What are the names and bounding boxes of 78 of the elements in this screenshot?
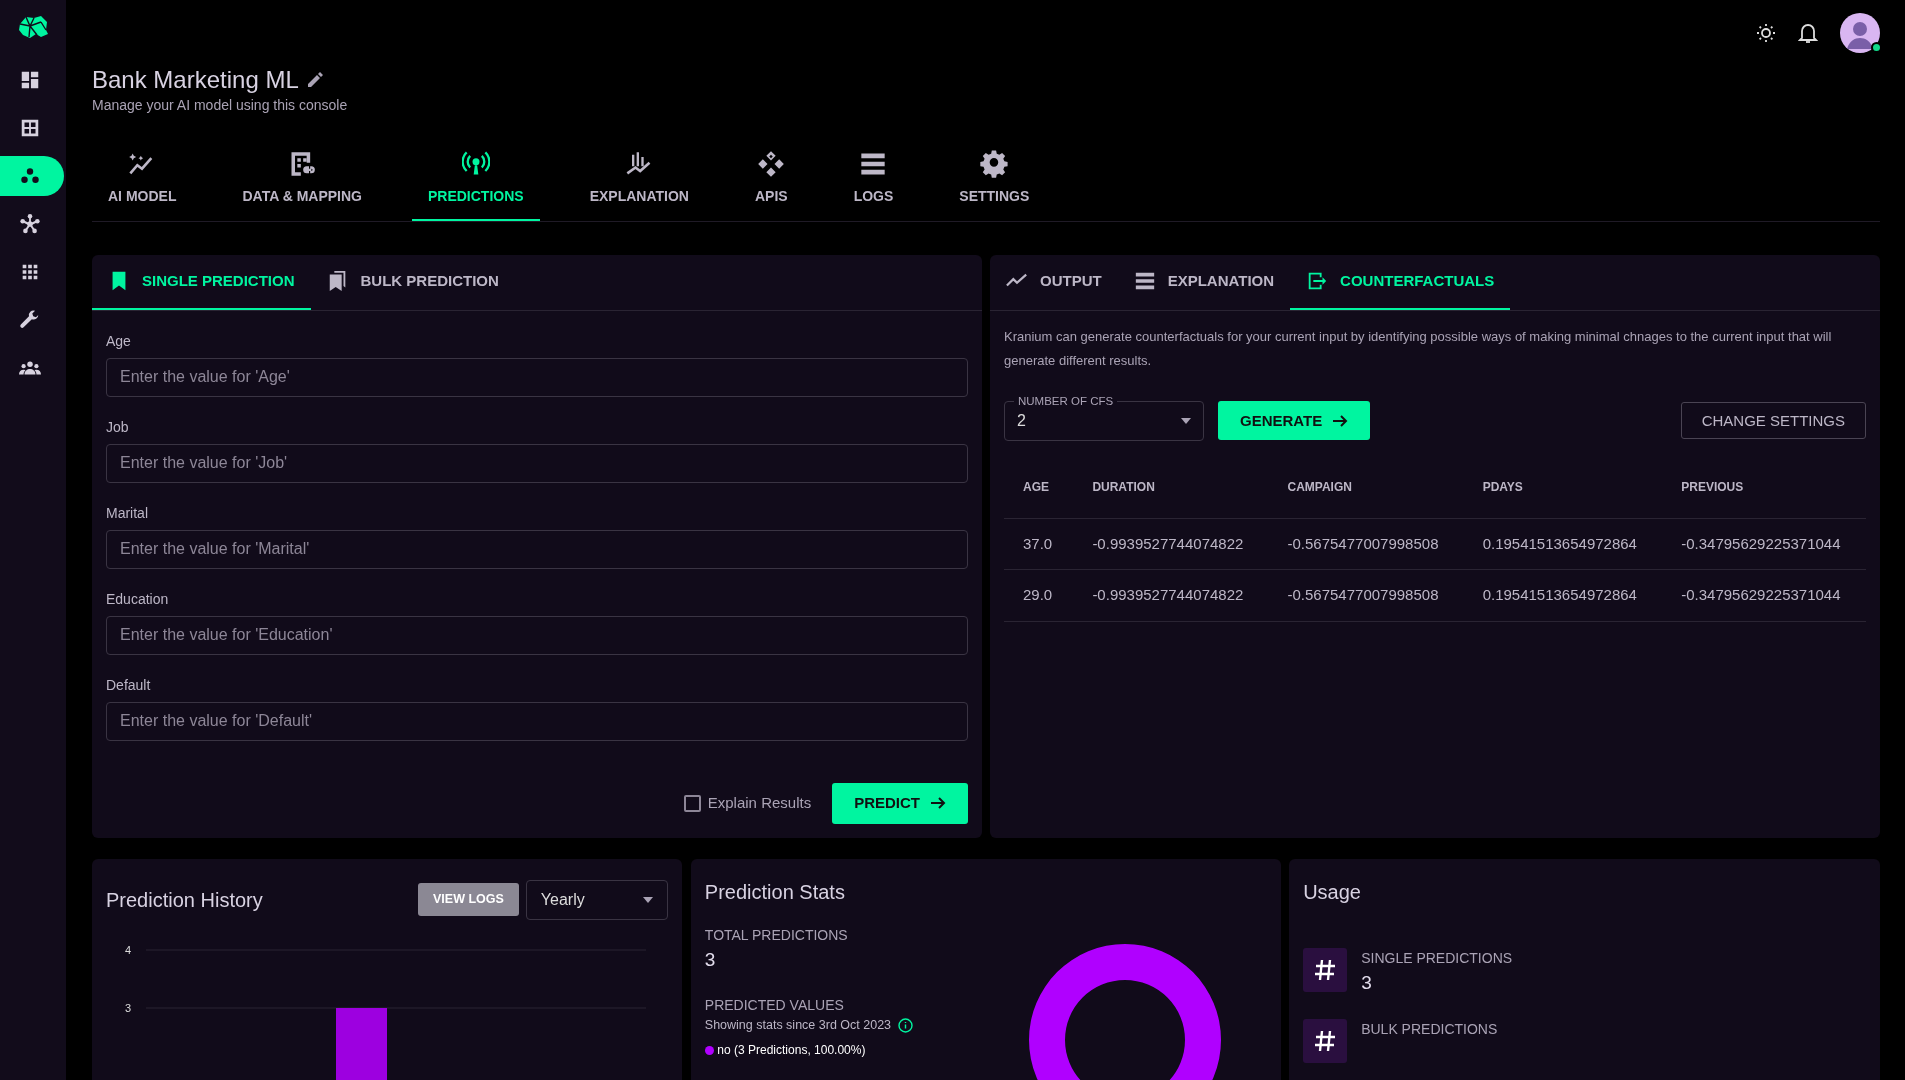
stat-label: BULK PREDICTIONS [1361, 1020, 1498, 1040]
dashboard-icon [19, 69, 41, 91]
nav-tab[interactable]: APIS [738, 145, 804, 221]
table-cell: -0.9939527744074822 [1073, 569, 1269, 622]
panel-tab[interactable]: OUTPUT [990, 254, 1118, 310]
counterfactuals-description: Kranium can generate counterfactuals for your current input by identifying possible ways of making minimal chnages to the current input that will generate different results. [1004, 327, 1833, 370]
period-select[interactable]: Yearly [525, 879, 668, 920]
field-label: Education [106, 589, 170, 609]
page-subtitle: Manage your AI model using this console [92, 95, 349, 115]
column-header: DURATION [1073, 447, 1269, 519]
broadcast-icon [461, 149, 490, 178]
nav-tab[interactable]: LOGS [837, 145, 910, 221]
legend-label: no (3 Predictions, 100.00%) [717, 1042, 866, 1060]
card-title: Prediction Stats [704, 879, 846, 904]
nav-tab[interactable]: SETTINGS [943, 145, 1046, 221]
grid-icon [19, 117, 41, 139]
panel-tab[interactable]: COUNTERFACTUALS [1290, 254, 1511, 310]
table-cell: -0.34795629225371044 [1662, 569, 1866, 622]
table-cell: 29.0 [1004, 569, 1074, 622]
explain-checkbox[interactable] [683, 794, 701, 812]
caret-icon [1181, 417, 1191, 424]
stat-value: 3 [704, 947, 717, 972]
card-title: Usage [1303, 879, 1362, 904]
input-field[interactable]: Enter the value for 'Default' [106, 701, 968, 741]
card-title: Prediction History [106, 887, 263, 912]
input-field[interactable]: Enter the value for 'Education' [106, 615, 968, 655]
field-label: Marital [106, 503, 149, 523]
notification-icon[interactable] [1798, 22, 1818, 44]
settings-icon [980, 149, 1009, 178]
generate-button[interactable]: GENERATE [1218, 401, 1371, 441]
hub-icon [19, 213, 41, 235]
stat-label: SINGLE PREDICTIONS [1361, 948, 1513, 968]
column-header: PREVIOUS [1662, 447, 1866, 519]
table-cell: 0.19541513654972864 [1463, 569, 1663, 622]
stat-label: TOTAL PREDICTIONS [704, 925, 849, 945]
hash-icon [1303, 947, 1348, 992]
nav-tab[interactable]: PREDICTIONS [411, 145, 540, 221]
info-icon[interactable] [898, 1018, 914, 1034]
table-cell: 37.0 [1004, 518, 1074, 570]
table-cell: -0.34795629225371044 [1662, 518, 1866, 570]
column-header: PDAYS [1463, 447, 1663, 519]
stat-label: PREDICTED VALUES [704, 996, 845, 1016]
wrench-icon [19, 309, 41, 331]
diamond-grid-icon [757, 149, 786, 178]
page-title: Bank Marketing ML [92, 66, 299, 95]
table-cell: -0.5675477007998508 [1268, 569, 1464, 622]
edit-icon[interactable] [305, 71, 324, 90]
column-header: CAMPAIGN [1268, 447, 1464, 519]
field-label: Default [106, 675, 152, 695]
change-settings-button[interactable]: CHANGE SETTINGS [1680, 402, 1866, 440]
stats-since-text: Showing stats since 3rd Oct 2023 [704, 1017, 892, 1035]
arrow-icon [1332, 412, 1349, 429]
panel-tab[interactable]: BULK PREDICTION [310, 254, 515, 310]
axis-tick-label: 4 [124, 943, 132, 956]
input-field[interactable]: Enter the value for 'Age' [106, 357, 968, 397]
input-field[interactable]: Enter the value for 'Marital' [106, 529, 968, 569]
user-avatar[interactable] [1840, 13, 1880, 53]
column-header: AGE [1004, 447, 1074, 519]
nav-tab[interactable]: AI MODEL [92, 145, 193, 221]
nav-tab[interactable]: DATA & MAPPING [226, 145, 378, 221]
explain-results-label: Explain Results [707, 793, 812, 814]
nav-tab[interactable]: EXPLANATION [573, 145, 705, 221]
field-label: Job [106, 417, 130, 437]
field-label: Age [106, 331, 132, 351]
panel-tab[interactable]: SINGLE PREDICTION [92, 254, 311, 310]
input-field[interactable]: Enter the value for 'Job' [106, 443, 968, 483]
caret-icon [642, 896, 653, 903]
brightness-icon[interactable] [1756, 23, 1776, 43]
table-cell: -0.9939527744074822 [1073, 518, 1269, 570]
axis-tick-label: 3 [124, 1001, 132, 1014]
logo-icon[interactable] [16, 14, 50, 40]
panel-tab[interactable]: EXPLANATION [1117, 254, 1291, 310]
sidebar-item[interactable] [0, 156, 64, 196]
table-cell: 0.19541513654972864 [1463, 518, 1663, 570]
table-cell: -0.5675477007998508 [1268, 518, 1464, 570]
predict-button[interactable]: PREDICT [832, 782, 968, 824]
stat-value: 3 [1361, 970, 1373, 995]
hash-icon [1303, 1019, 1348, 1064]
